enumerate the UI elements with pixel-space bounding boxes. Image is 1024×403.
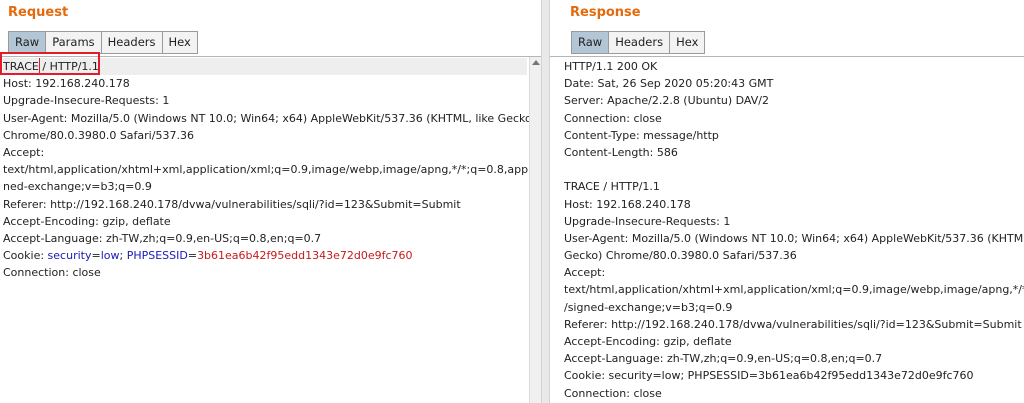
response-line: HTTP/1.1 200 OK bbox=[564, 60, 658, 73]
cookie-eq: = bbox=[187, 249, 198, 263]
response-line: Accept-Encoding: gzip, deflate bbox=[564, 335, 732, 348]
response-line: User-Agent: Mozilla/5.0 (Windows NT 10.0… bbox=[564, 231, 1024, 245]
request-cookie-line: Cookie: security=low; PHPSESSID=3b61ea6b… bbox=[3, 247, 527, 264]
request-tab-raw[interactable]: Raw bbox=[8, 31, 47, 54]
response-line: Referer: http://192.168.240.178/dvwa/vul… bbox=[564, 317, 1022, 331]
request-line: Accept: bbox=[3, 145, 45, 159]
response-line: Connection: close bbox=[564, 111, 662, 125]
response-line: Content-Type: message/http bbox=[564, 128, 719, 142]
response-line: Content-Length: 586 bbox=[564, 145, 678, 159]
request-lines: TRACE / HTTP/1.1 Host: 192.168.240.178 U… bbox=[3, 58, 541, 281]
response-title: Response bbox=[570, 5, 641, 20]
request-line: Chrome/80.0.3980.0 Safari/537.36 bbox=[3, 128, 194, 142]
request-scrollbar[interactable] bbox=[529, 57, 541, 403]
pane-splitter[interactable] bbox=[541, 0, 550, 403]
request-editor[interactable]: TRACE / HTTP/1.1 Host: 192.168.240.178 U… bbox=[0, 56, 541, 403]
request-line: Referer: http://192.168.240.178/dvwa/vul… bbox=[3, 197, 461, 211]
response-line: Date: Sat, 26 Sep 2020 05:20:43 GMT bbox=[564, 77, 774, 91]
request-line: Accept-Language: zh-TW,zh;q=0.9,en-US;q=… bbox=[3, 231, 322, 245]
request-tab-bar: Raw Params Headers Hex bbox=[8, 31, 198, 54]
response-line: /signed-exchange;v=b3;q=0.9 bbox=[564, 300, 733, 314]
request-line: TRACE / HTTP/1.1 bbox=[3, 58, 527, 76]
request-line: ned-exchange;v=b3;q=0.9 bbox=[3, 180, 152, 194]
request-tab-headers[interactable]: Headers bbox=[101, 31, 163, 54]
response-line: Server: Apache/2.2.8 (Ubuntu) DAV/2 bbox=[564, 94, 769, 108]
response-line: text/html,application/xhtml+xml,applicat… bbox=[564, 283, 1024, 297]
response-line: Host: 192.168.240.178 bbox=[564, 197, 691, 211]
response-line: Accept-Language: zh-TW,zh;q=0.9,en-US;q=… bbox=[564, 352, 883, 366]
response-tab-raw[interactable]: Raw bbox=[571, 31, 610, 54]
request-line: Host: 192.168.240.178 bbox=[3, 77, 130, 91]
response-tab-headers[interactable]: Headers bbox=[609, 31, 671, 54]
response-line: Cookie: security=low; PHPSESSID=3b61ea6b… bbox=[564, 369, 974, 383]
request-line: text/html,application/xhtml+xml,applicat… bbox=[3, 163, 541, 177]
text-cursor bbox=[39, 58, 40, 73]
response-line: Upgrade-Insecure-Requests: 1 bbox=[564, 214, 731, 228]
response-line: TRACE / HTTP/1.1 bbox=[564, 180, 660, 194]
cookie-prefix: Cookie: bbox=[3, 249, 48, 263]
request-tab-params[interactable]: Params bbox=[46, 31, 102, 54]
request-tab-hex[interactable]: Hex bbox=[162, 31, 198, 54]
request-line: User-Agent: Mozilla/5.0 (Windows NT 10.0… bbox=[3, 111, 537, 125]
response-pane: Response Raw Headers Hex HTTP/1.1 200 OK… bbox=[550, 0, 1024, 403]
cookie-eq: = bbox=[91, 249, 101, 263]
cookie-value-security: low bbox=[100, 249, 120, 263]
response-editor[interactable]: HTTP/1.1 200 OK Date: Sat, 26 Sep 2020 0… bbox=[550, 56, 1024, 403]
cookie-separator: ; bbox=[119, 249, 127, 263]
cookie-name-phpsessid: PHPSESSID bbox=[126, 249, 188, 263]
response-tab-hex[interactable]: Hex bbox=[670, 31, 706, 54]
scroll-up-icon[interactable] bbox=[532, 60, 540, 65]
response-lines: HTTP/1.1 200 OK Date: Sat, 26 Sep 2020 0… bbox=[564, 58, 1024, 402]
request-line: Connection: close bbox=[3, 266, 101, 280]
request-title: Request bbox=[8, 5, 69, 20]
request-line: Accept-Encoding: gzip, deflate bbox=[3, 214, 171, 228]
response-line: Accept: bbox=[564, 266, 606, 280]
cookie-name-security: security bbox=[47, 249, 92, 263]
request-line: Upgrade-Insecure-Requests: 1 bbox=[3, 94, 170, 108]
response-line: Connection: close bbox=[564, 386, 662, 400]
cookie-value-phpsessid: 3b61ea6b42f95edd1343e72d0e9fc760 bbox=[197, 249, 413, 263]
request-pane: Request Raw Params Headers Hex TRACE / H… bbox=[0, 0, 541, 403]
response-line: Gecko) Chrome/80.0.3980.0 Safari/537.36 bbox=[564, 249, 797, 263]
response-line bbox=[564, 161, 1024, 178]
response-tab-bar: Raw Headers Hex bbox=[571, 31, 706, 54]
